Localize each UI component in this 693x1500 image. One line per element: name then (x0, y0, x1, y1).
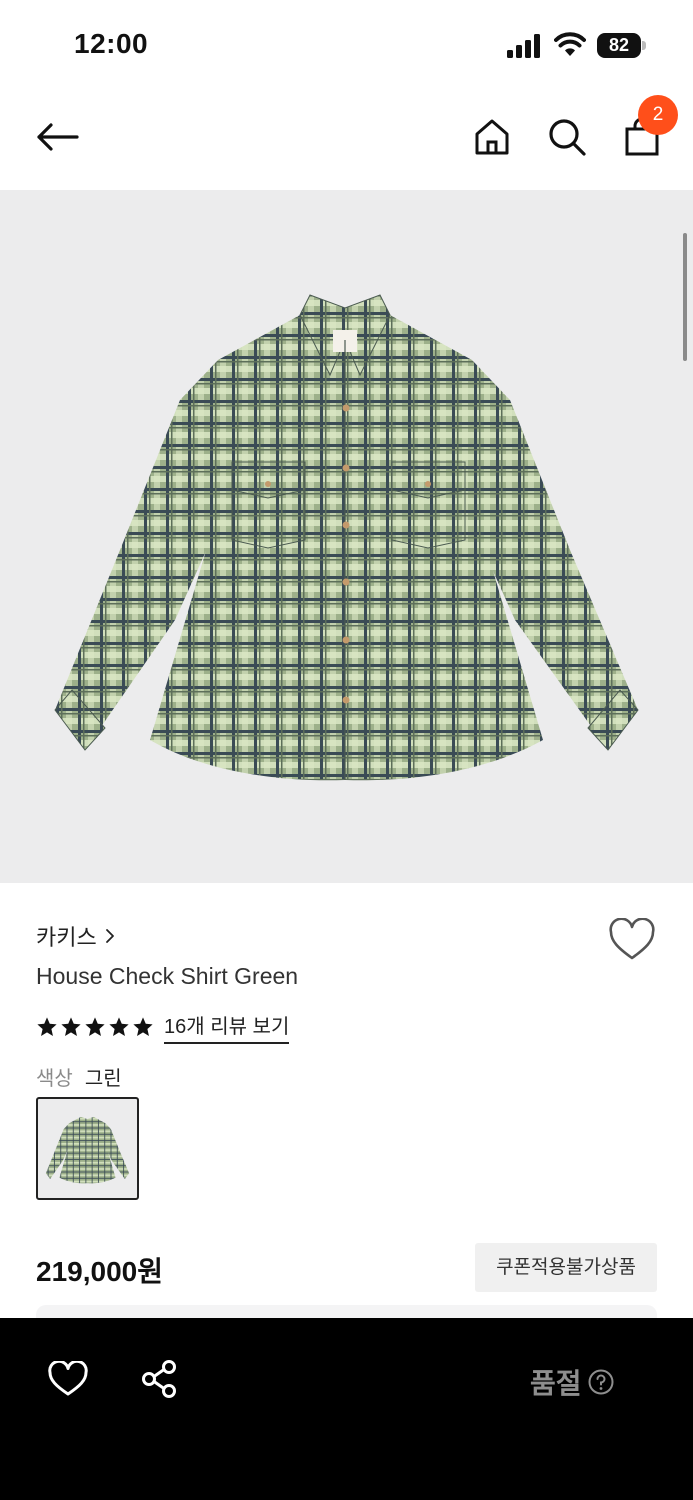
share-button[interactable] (138, 1358, 180, 1400)
shirt-thumbnail-image (45, 1116, 130, 1184)
chevron-right-icon (105, 929, 114, 943)
color-option-thumbnail[interactable] (36, 1097, 139, 1200)
search-button[interactable] (544, 114, 590, 160)
wifi-icon (554, 32, 586, 56)
search-icon (549, 119, 586, 156)
product-price: 219,000원 (36, 1256, 163, 1287)
shirt-image (54, 294, 639, 781)
coupon-unavailable-badge: 쿠폰적용불가상품 (475, 1243, 657, 1292)
product-title: House Check Shirt Green (36, 963, 299, 989)
heart-icon (48, 1361, 88, 1396)
star-icon (37, 1017, 57, 1036)
image-scrollbar[interactable] (683, 233, 687, 361)
brand-link[interactable]: 카키스 (36, 920, 117, 952)
wishlist-button[interactable] (608, 917, 656, 962)
heart-icon (609, 917, 655, 960)
product-image[interactable] (0, 190, 693, 883)
battery-level: 82 (597, 33, 641, 58)
soldout-label: 품절 (530, 1368, 582, 1399)
back-button[interactable] (34, 114, 80, 160)
cart-count-badge: 2 (638, 95, 678, 135)
brand-name: 카키스 (36, 925, 97, 950)
top-nav (0, 90, 693, 190)
status-time: 12:00 (74, 28, 149, 59)
color-value: 그린 (84, 1068, 122, 1090)
color-label: 색상 (36, 1068, 73, 1090)
signal-icon (507, 34, 540, 58)
help-circle-icon[interactable] (588, 1369, 614, 1395)
back-arrow-icon (37, 123, 79, 151)
battery-icon: 82 (597, 33, 647, 58)
status-bar: 12:00 82 (0, 0, 693, 90)
home-button[interactable] (470, 114, 514, 160)
share-icon (142, 1360, 176, 1398)
home-icon (475, 119, 509, 155)
bottom-wishlist-button[interactable] (46, 1358, 90, 1400)
review-link[interactable]: 16개 리뷰 보기 (164, 1010, 290, 1044)
rating-row: 16개 리뷰 보기 (36, 1010, 290, 1044)
star-icon (133, 1017, 153, 1036)
star-icon (85, 1017, 105, 1036)
color-row: 색상 그린 (36, 1062, 122, 1091)
star-icon (61, 1017, 81, 1036)
rating-stars (36, 1016, 154, 1038)
star-icon (109, 1017, 129, 1036)
bottom-action-bar (0, 1318, 693, 1500)
soldout-status[interactable]: 품절 (530, 1362, 614, 1402)
